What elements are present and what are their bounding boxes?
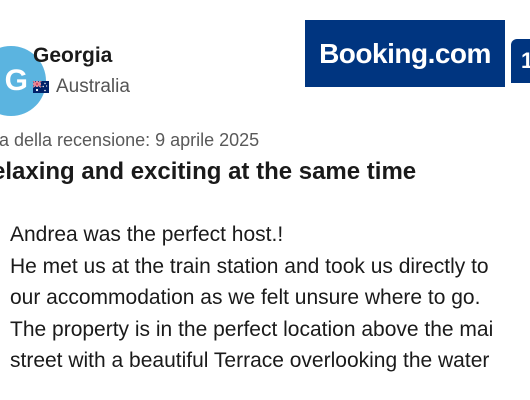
country-label: Australia: [56, 76, 130, 97]
booking-logo: Booking.com: [305, 20, 505, 87]
reviewer-name: Georgia: [33, 44, 113, 67]
review-date: ta della recensione: 9 aprile 2025: [0, 130, 260, 150]
score-value: 1: [521, 48, 530, 73]
review-body: Andrea was the perfect host.! He met us …: [10, 219, 530, 377]
avatar-initial: G: [4, 64, 28, 97]
booking-logo-text: Booking.com: [319, 37, 491, 69]
reviewer-country: Australia: [33, 76, 130, 98]
review-body-line: The property is in the perfect location …: [10, 317, 494, 341]
australia-flag-icon: [33, 81, 49, 93]
review-body-line: Andrea was the perfect host.!: [10, 223, 284, 246]
review-body-line: street with a beautiful Terrace overlook…: [10, 349, 490, 372]
review-body-line: our accommodation as we felt unsure wher…: [10, 286, 481, 309]
review-title: elaxing and exciting at the same time: [0, 158, 417, 185]
review-body-line: He met us at the train station and took …: [10, 254, 489, 278]
score-badge: 1: [511, 39, 530, 83]
